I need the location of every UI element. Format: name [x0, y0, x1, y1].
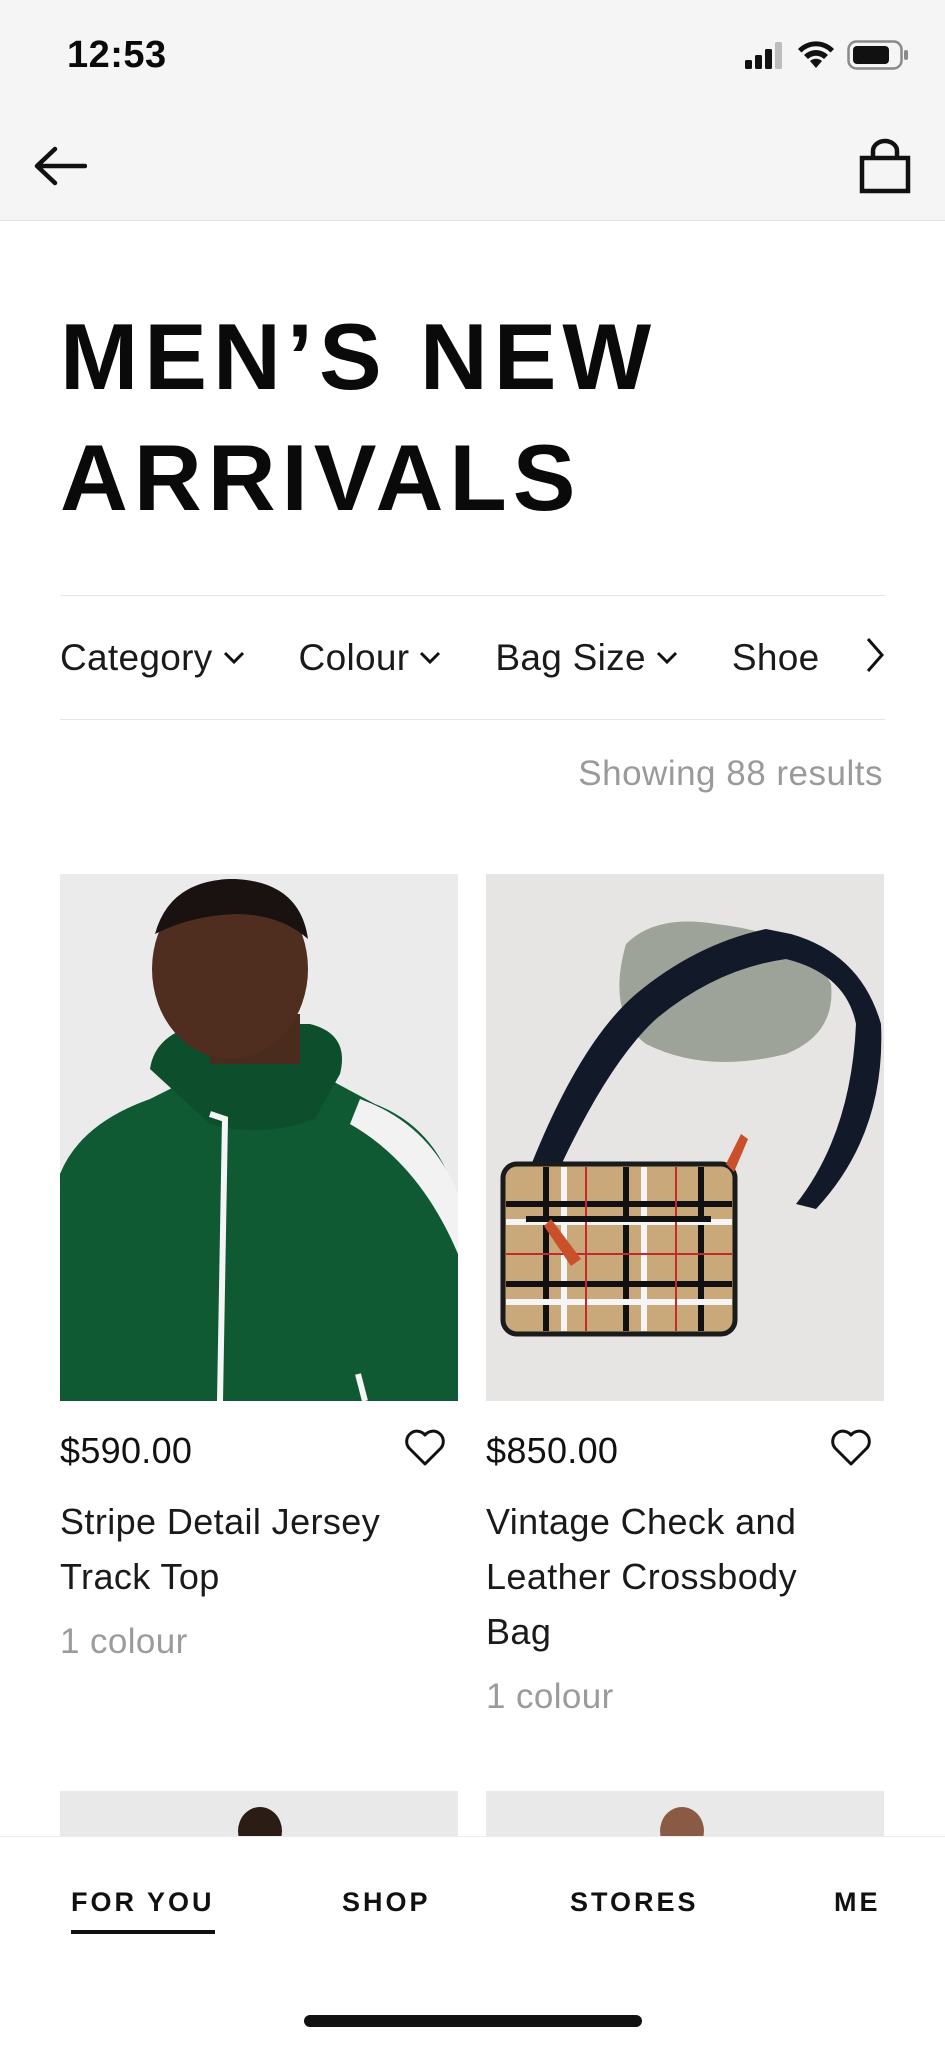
chevron-down-icon [223, 651, 245, 665]
product-colours: 1 colour [486, 1677, 614, 1716]
status-icons [745, 39, 909, 75]
chevron-down-icon [419, 651, 441, 665]
heart-outline-icon [404, 1429, 446, 1472]
filters-scroll-right-button[interactable] [815, 596, 885, 719]
filter-label: Shoe [731, 636, 820, 678]
product-price: $850.00 [486, 1430, 619, 1471]
filter-colour[interactable]: Colour [299, 637, 442, 679]
top-bar: 12:53 [0, 0, 945, 221]
back-button[interactable] [30, 140, 90, 196]
filter-label: Bag Size [495, 636, 646, 678]
arrow-left-icon [33, 146, 88, 191]
results-count: Showing 88 results [578, 754, 883, 793]
shopping-bag-button[interactable] [855, 136, 915, 200]
heart-outline-icon [830, 1429, 872, 1472]
product-image[interactable] [60, 874, 458, 1401]
tab-for-you[interactable]: FOR YOU [71, 1887, 215, 1934]
product-card[interactable]: $590.00 Stripe Detail Jersey Track Top 1… [60, 874, 458, 1661]
filter-bag-size[interactable]: Bag Size [495, 637, 678, 679]
wifi-icon [797, 40, 835, 75]
filter-label: Category [60, 636, 213, 678]
chevron-down-icon [656, 651, 678, 665]
product-listing-screen: 12:53 MEN’S NEW ARRIVALS Category Colour… [0, 0, 945, 2048]
filter-shoe[interactable]: Shoe [732, 637, 820, 679]
product-name[interactable]: Stripe Detail Jersey Track Top 1 colour [60, 1494, 420, 1669]
product-price: $590.00 [60, 1430, 193, 1471]
cellular-signal-icon [745, 41, 785, 74]
add-to-wishlist-button[interactable] [402, 1429, 448, 1471]
product-colours: 1 colour [60, 1622, 188, 1661]
tab-shop[interactable]: SHOP [342, 1887, 431, 1918]
product-card[interactable]: $850.00 Vintage Check and Leather Crossb… [486, 874, 884, 1716]
filter-bar: Category Colour Bag Size Shoe [60, 595, 885, 720]
tab-stores[interactable]: STORES [570, 1887, 699, 1918]
add-to-wishlist-button[interactable] [828, 1429, 874, 1471]
battery-icon [847, 39, 909, 75]
product-name[interactable]: Vintage Check and Leather Crossbody Bag … [486, 1494, 846, 1724]
tab-me[interactable]: ME [834, 1887, 881, 1918]
shopping-bag-icon [859, 138, 911, 199]
chevron-right-icon [865, 637, 885, 678]
page-title: MEN’S NEW ARRIVALS [60, 304, 658, 530]
home-indicator [304, 2015, 642, 2027]
filter-category[interactable]: Category [60, 637, 245, 679]
product-image[interactable] [486, 874, 884, 1401]
product-name-text: Stripe Detail Jersey Track Top [60, 1501, 381, 1597]
filter-label: Colour [298, 636, 410, 678]
status-time: 12:53 [67, 34, 167, 76]
product-name-text: Vintage Check and Leather Crossbody Bag [486, 1501, 797, 1652]
